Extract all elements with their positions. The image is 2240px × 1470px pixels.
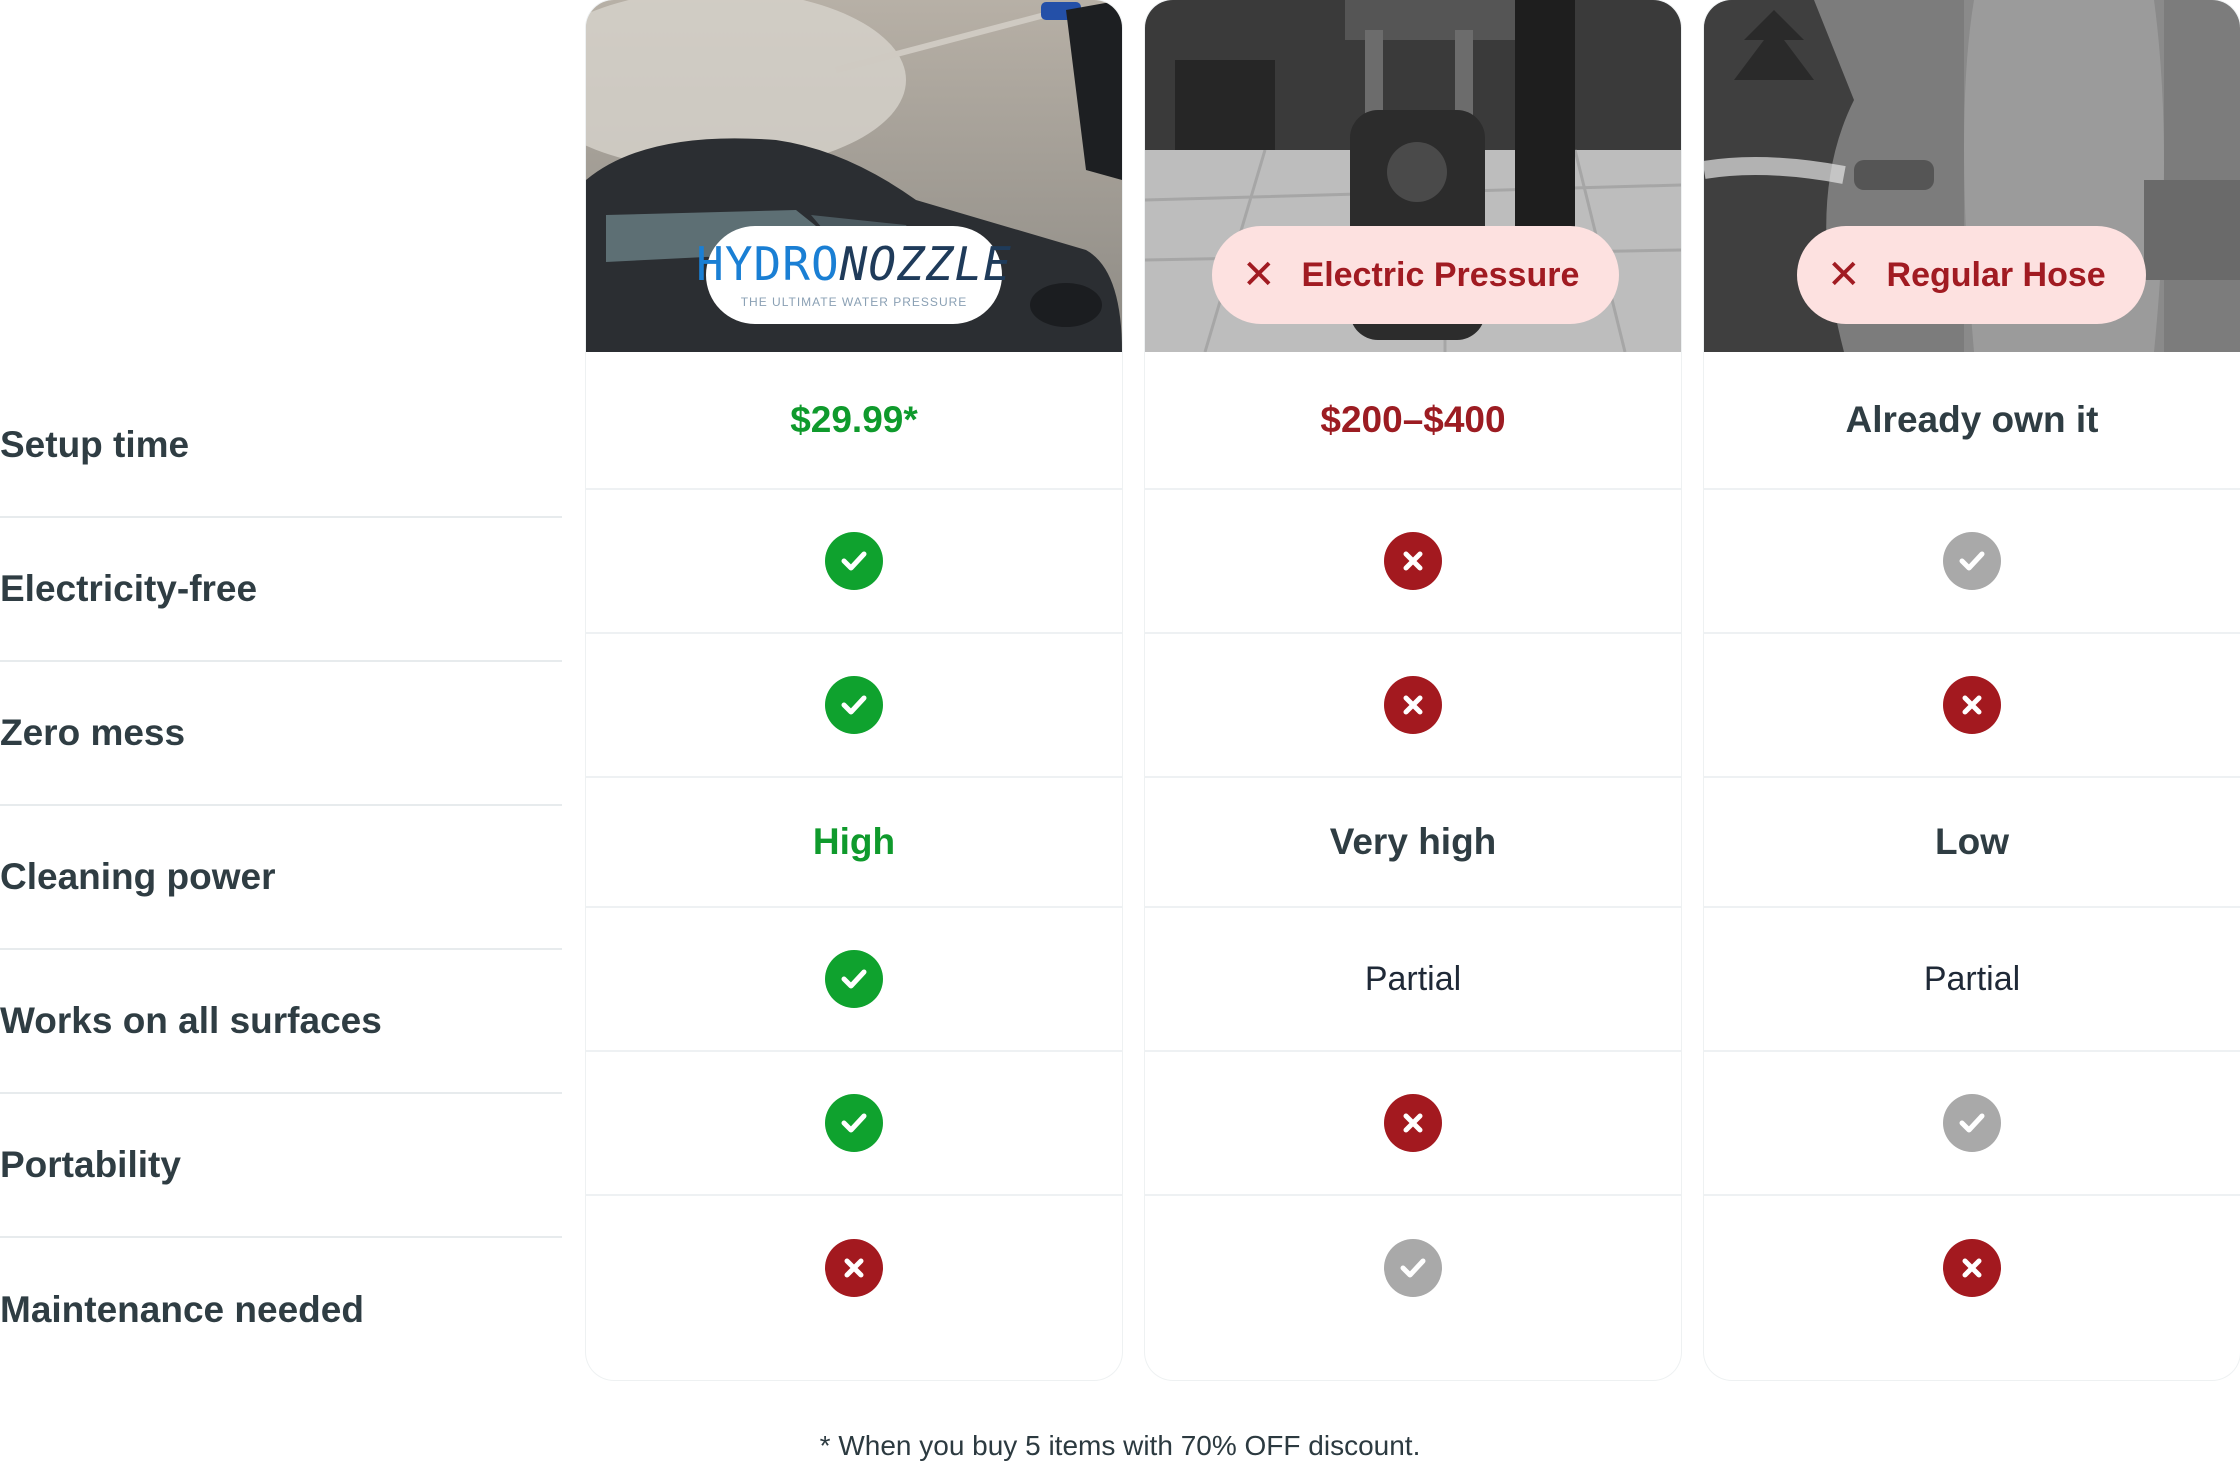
cell-cleaning-power: Low bbox=[1704, 778, 2240, 908]
check-icon bbox=[825, 950, 883, 1008]
hero-image-electric-pressure: ✕ Electric Pressure bbox=[1145, 0, 1681, 352]
cell-maintenance bbox=[1145, 1196, 1681, 1340]
cell-price: $29.99* bbox=[586, 352, 1122, 490]
column-electric-pressure: ✕ Electric Pressure $200–$400 Very high … bbox=[1145, 0, 1681, 1380]
electric-pressure-badge: ✕ Electric Pressure bbox=[1212, 226, 1620, 324]
cell-maintenance bbox=[586, 1196, 1122, 1340]
cell-portability bbox=[1145, 1052, 1681, 1196]
x-icon bbox=[1384, 676, 1442, 734]
cell-all-surfaces: Partial bbox=[1145, 908, 1681, 1052]
check-icon bbox=[825, 676, 883, 734]
cell-portability bbox=[1704, 1052, 2240, 1196]
check-icon bbox=[1384, 1239, 1442, 1297]
cell-cleaning-power: Very high bbox=[1145, 778, 1681, 908]
x-icon: ✕ bbox=[1827, 253, 1861, 297]
check-icon bbox=[825, 1094, 883, 1152]
electric-pressure-badge-label: Electric Pressure bbox=[1301, 255, 1580, 294]
logo-text-nozzle: NOZZLE bbox=[839, 237, 1012, 291]
cell-zero-mess bbox=[1704, 634, 2240, 778]
row-label-electricity-free: Electricity-free bbox=[0, 518, 562, 662]
cell-electricity-free bbox=[1145, 490, 1681, 634]
cell-all-surfaces: Partial bbox=[1704, 908, 2240, 1052]
column-hydronozzle: HYDRONOZZLE THE ULTIMATE WATER PRESSURE … bbox=[586, 0, 1122, 1380]
check-icon bbox=[825, 532, 883, 590]
hydronozzle-logo: HYDRONOZZLE bbox=[696, 241, 1012, 287]
cell-electricity-free bbox=[586, 490, 1122, 634]
row-label-maintenance: Maintenance needed bbox=[0, 1289, 364, 1330]
hero-image-regular-hose: ✕ Regular Hose bbox=[1704, 0, 2240, 352]
cell-maintenance bbox=[1704, 1196, 2240, 1340]
x-icon bbox=[1943, 676, 2001, 734]
x-icon bbox=[1943, 1239, 2001, 1297]
hydronozzle-logo-badge: HYDRONOZZLE THE ULTIMATE WATER PRESSURE bbox=[696, 226, 1011, 324]
cell-price: Already own it bbox=[1704, 352, 2240, 490]
check-icon bbox=[1943, 532, 2001, 590]
row-label-zero-mess: Zero mess bbox=[0, 662, 562, 806]
row-label-setup-time: Setup time bbox=[0, 374, 562, 518]
cell-cleaning-power: High bbox=[586, 778, 1122, 908]
cell-all-surfaces bbox=[586, 908, 1122, 1052]
cell-portability bbox=[586, 1052, 1122, 1196]
logo-text-hydro: HYDRO bbox=[696, 237, 840, 291]
footnote: * When you buy 5 items with 70% OFF disc… bbox=[819, 1430, 1421, 1461]
row-label-portability: Portability bbox=[0, 1094, 562, 1238]
logo-tagline: THE ULTIMATE WATER PRESSURE bbox=[740, 295, 968, 309]
x-icon bbox=[1384, 532, 1442, 590]
x-icon bbox=[1384, 1094, 1442, 1152]
cell-zero-mess bbox=[1145, 634, 1681, 778]
hero-image-hydronozzle: HYDRONOZZLE THE ULTIMATE WATER PRESSURE bbox=[586, 0, 1122, 352]
x-icon bbox=[825, 1239, 883, 1297]
check-icon bbox=[1943, 1094, 2001, 1152]
cell-electricity-free bbox=[1704, 490, 2240, 634]
cell-price: $200–$400 bbox=[1145, 352, 1681, 490]
row-label-all-surfaces: Works on all surfaces bbox=[0, 950, 562, 1094]
regular-hose-badge-label: Regular Hose bbox=[1886, 255, 2106, 294]
regular-hose-badge: ✕ Regular Hose bbox=[1797, 226, 2146, 324]
row-label-cleaning-power: Cleaning power bbox=[0, 806, 562, 950]
column-regular-hose: ✕ Regular Hose Already own it Low Partia… bbox=[1704, 0, 2240, 1380]
x-icon: ✕ bbox=[1242, 253, 1276, 297]
cell-zero-mess bbox=[586, 634, 1122, 778]
